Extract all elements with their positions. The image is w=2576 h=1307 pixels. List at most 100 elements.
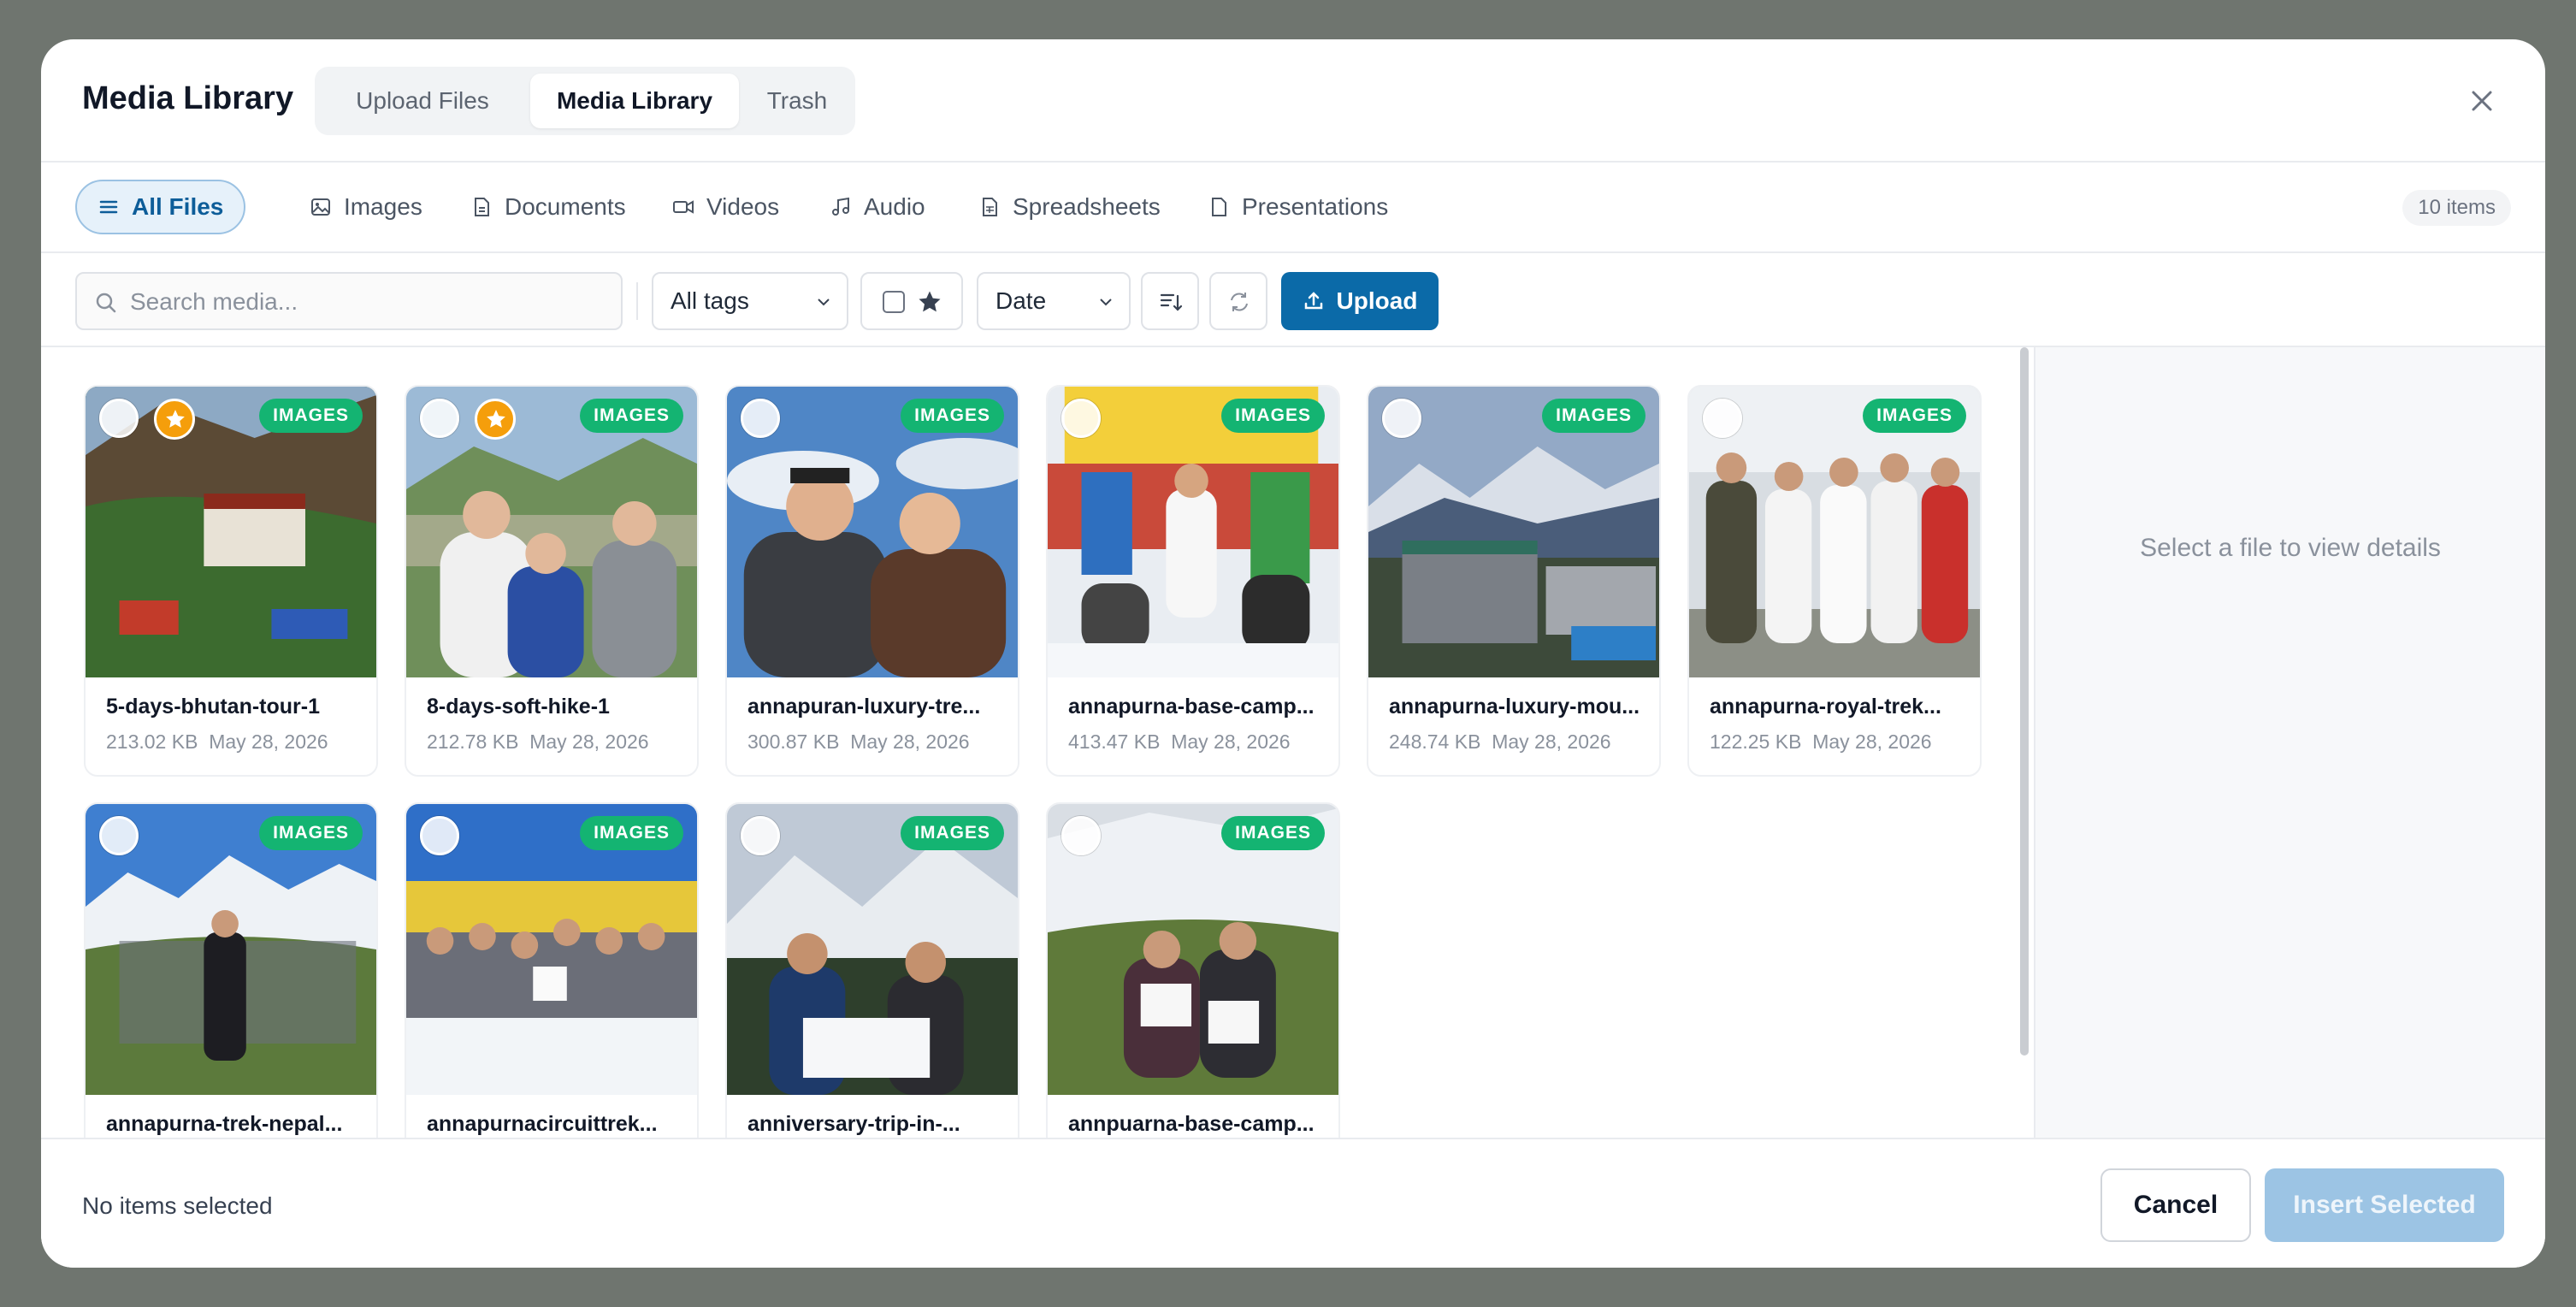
media-library-modal: Media Library Upload Files Media Library… bbox=[41, 39, 2545, 1268]
select-checkbox[interactable] bbox=[1061, 816, 1101, 855]
favorite-star-button[interactable] bbox=[154, 399, 195, 440]
tags-select-value: All tags bbox=[671, 287, 749, 314]
tab-trash[interactable]: Trash bbox=[746, 74, 848, 128]
filter-label: Images bbox=[344, 193, 422, 220]
select-checkbox[interactable] bbox=[99, 816, 139, 855]
insert-selected-button[interactable]: Insert Selected bbox=[2265, 1168, 2504, 1242]
spreadsheet-icon bbox=[983, 198, 997, 216]
media-card[interactable]: IMAGES annapurna-trek-nepal... bbox=[84, 802, 378, 1138]
file-date: May 28, 2026 bbox=[1812, 730, 1932, 753]
file-meta: 248.74 KB May 28, 2026 bbox=[1389, 730, 1611, 754]
close-button[interactable] bbox=[2465, 84, 2499, 118]
file-size: 248.74 KB bbox=[1389, 730, 1481, 753]
media-card[interactable]: IMAGES annapurna-base-camp... 413.47 KB … bbox=[1046, 385, 1340, 777]
file-meta: 213.02 KB May 28, 2026 bbox=[106, 730, 328, 754]
media-card[interactable]: IMAGES annpuarna-base-camp... bbox=[1046, 802, 1340, 1138]
item-count-badge: 10 items bbox=[2402, 190, 2511, 226]
favorites-filter bbox=[860, 272, 963, 330]
file-name: anniversary-trip-in-... bbox=[747, 1112, 960, 1136]
favorite-star-button[interactable] bbox=[475, 399, 516, 440]
file-type-badge: IMAGES bbox=[1863, 399, 1966, 433]
media-toolbar: All tags Date Upload bbox=[41, 253, 2545, 347]
file-name: annpuarna-base-camp... bbox=[1068, 1112, 1315, 1136]
media-card[interactable]: IMAGES annapurna-luxury-mou... 248.74 KB… bbox=[1367, 385, 1661, 777]
sort-order-button[interactable] bbox=[1141, 272, 1199, 330]
file-name: annapurna-trek-nepal... bbox=[106, 1112, 343, 1136]
select-checkbox[interactable] bbox=[741, 399, 780, 438]
file-meta: 212.78 KB May 28, 2026 bbox=[427, 730, 649, 754]
toolbar-divider bbox=[636, 282, 638, 320]
media-card[interactable]: IMAGES anniversary-trip-in-... bbox=[725, 802, 1019, 1138]
select-checkbox[interactable] bbox=[420, 816, 459, 855]
star-icon bbox=[919, 291, 941, 312]
file-size: 213.02 KB bbox=[106, 730, 198, 753]
file-name: annapuran-luxury-tre... bbox=[747, 695, 981, 719]
favorites-checkbox[interactable] bbox=[883, 291, 905, 313]
file-date: May 28, 2026 bbox=[1492, 730, 1611, 753]
media-card[interactable]: IMAGES annapurna-royal-trek... 122.25 KB… bbox=[1687, 385, 1982, 777]
file-name: annapurna-royal-trek... bbox=[1710, 695, 1941, 719]
music-icon bbox=[832, 197, 849, 216]
filter-audio[interactable]: Audio bbox=[809, 180, 946, 234]
file-type-badge: IMAGES bbox=[1221, 399, 1325, 433]
filter-documents[interactable]: Documents bbox=[450, 180, 647, 234]
file-name: annapurna-base-camp... bbox=[1068, 695, 1315, 719]
grid-scrollbar[interactable] bbox=[2020, 347, 2029, 1056]
modal-title: Media Library bbox=[82, 80, 294, 116]
filter-all-files[interactable]: All Files bbox=[75, 180, 246, 234]
file-meta: 413.47 KB May 28, 2026 bbox=[1068, 730, 1291, 754]
media-card[interactable]: IMAGES annapurnacircuittrek... bbox=[405, 802, 699, 1138]
file-meta: 122.25 KB May 28, 2026 bbox=[1710, 730, 1932, 754]
media-card[interactable]: IMAGES 5-days-bhutan-tour-1 213.02 KB Ma… bbox=[84, 385, 378, 777]
tab-upload-files[interactable]: Upload Files bbox=[322, 74, 523, 128]
file-date: May 28, 2026 bbox=[850, 730, 970, 753]
file-type-badge: IMAGES bbox=[580, 816, 683, 850]
modal-footer: No items selected Cancel Insert Selected bbox=[41, 1138, 2545, 1268]
select-checkbox[interactable] bbox=[99, 399, 139, 438]
star-icon bbox=[487, 410, 505, 428]
filter-label: Presentations bbox=[1242, 193, 1389, 220]
file-date: May 28, 2026 bbox=[209, 730, 328, 753]
select-checkbox[interactable] bbox=[1382, 399, 1421, 438]
tab-media-library[interactable]: Media Library bbox=[530, 74, 739, 128]
media-card[interactable]: IMAGES annapuran-luxury-tre... 300.87 KB… bbox=[725, 385, 1019, 777]
select-checkbox[interactable] bbox=[420, 399, 459, 438]
presentation-icon bbox=[1212, 198, 1226, 216]
star-icon bbox=[166, 410, 185, 428]
cancel-button[interactable]: Cancel bbox=[2100, 1168, 2251, 1242]
sort-select[interactable]: Date bbox=[977, 272, 1131, 330]
document-icon bbox=[475, 198, 489, 216]
search-icon bbox=[96, 293, 116, 313]
select-checkbox[interactable] bbox=[741, 816, 780, 855]
file-type-badge: IMAGES bbox=[1221, 816, 1325, 850]
file-type-badge: IMAGES bbox=[901, 399, 1004, 433]
file-name: annapurna-luxury-mou... bbox=[1389, 695, 1640, 719]
image-icon bbox=[311, 198, 330, 216]
modal-header: Media Library Upload Files Media Library… bbox=[41, 39, 2545, 163]
list-icon bbox=[99, 200, 118, 214]
file-type-badge: IMAGES bbox=[1542, 399, 1645, 433]
upload-button[interactable]: Upload bbox=[1281, 272, 1439, 330]
top-tabs: Upload Files Media Library Trash bbox=[315, 67, 855, 135]
file-size: 413.47 KB bbox=[1068, 730, 1161, 753]
file-type-badge: IMAGES bbox=[259, 816, 363, 850]
search-input[interactable] bbox=[130, 282, 609, 322]
video-icon bbox=[673, 200, 694, 214]
filter-presentations[interactable]: Presentations bbox=[1187, 180, 1409, 234]
filter-images[interactable]: Images bbox=[289, 180, 443, 234]
select-checkbox[interactable] bbox=[1703, 399, 1742, 438]
upload-icon bbox=[1304, 292, 1322, 310]
filter-spreadsheets[interactable]: Spreadsheets bbox=[958, 180, 1181, 234]
refresh-button[interactable] bbox=[1209, 272, 1267, 330]
filter-label: Audio bbox=[864, 193, 925, 220]
tags-select[interactable]: All tags bbox=[652, 272, 848, 330]
filter-videos[interactable]: Videos bbox=[652, 180, 800, 234]
select-checkbox[interactable] bbox=[1061, 399, 1101, 438]
close-icon bbox=[2472, 91, 2492, 111]
file-type-badge: IMAGES bbox=[580, 399, 683, 433]
file-name: annapurnacircuittrek... bbox=[427, 1112, 658, 1136]
media-card[interactable]: IMAGES 8-days-soft-hike-1 212.78 KB May … bbox=[405, 385, 699, 777]
sort-select-value: Date bbox=[996, 287, 1047, 314]
file-size: 122.25 KB bbox=[1710, 730, 1802, 753]
file-meta: 300.87 KB May 28, 2026 bbox=[747, 730, 970, 754]
